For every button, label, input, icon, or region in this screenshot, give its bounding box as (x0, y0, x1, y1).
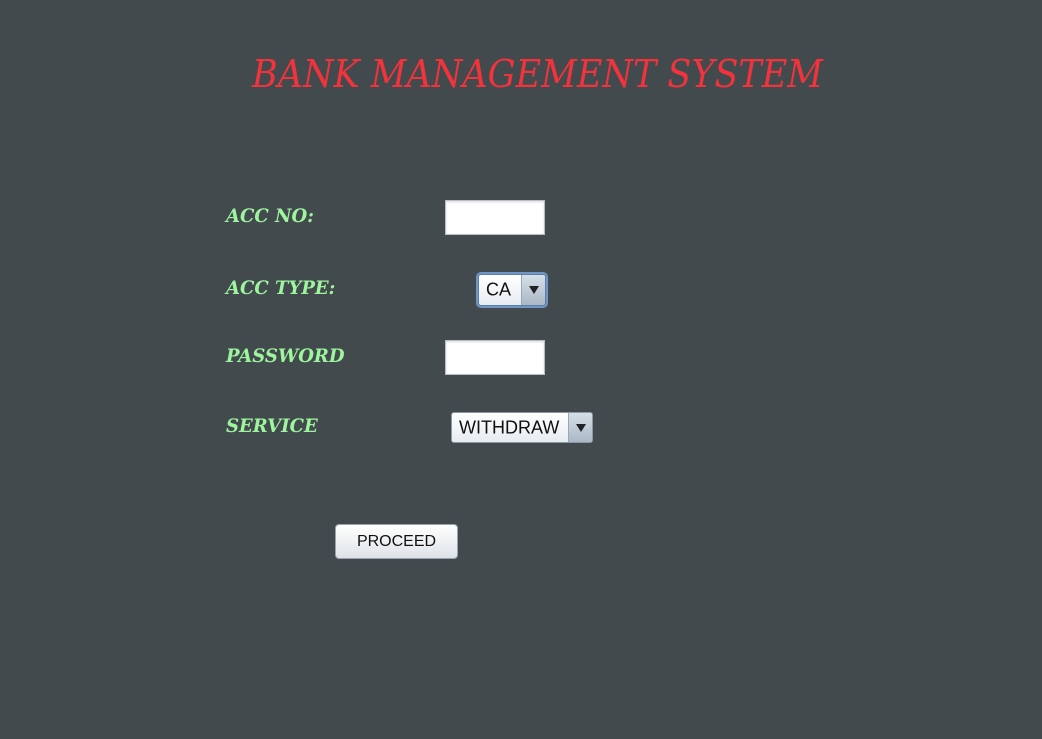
acc-no-input[interactable] (445, 200, 545, 235)
acc-no-label: ACC NO: (226, 205, 314, 227)
service-selected-value: WITHDRAW (459, 417, 560, 437)
proceed-button[interactable]: PROCEED (335, 524, 458, 559)
service-label: SERVICE (226, 415, 318, 437)
service-select[interactable]: WITHDRAW (451, 412, 593, 443)
acc-type-dropdown-button[interactable] (521, 275, 545, 305)
service-dropdown-button[interactable] (568, 413, 592, 442)
page-title: BANK MANAGEMENT SYSTEM (252, 52, 824, 96)
acc-type-selected-value: CA (486, 279, 512, 300)
chevron-down-icon (576, 423, 586, 432)
acc-type-label: ACC TYPE: (226, 277, 336, 299)
acc-type-select[interactable]: CA (478, 274, 546, 306)
password-label: PASSWORD (226, 345, 345, 367)
password-field[interactable] (445, 340, 545, 375)
chevron-down-icon (529, 286, 539, 294)
